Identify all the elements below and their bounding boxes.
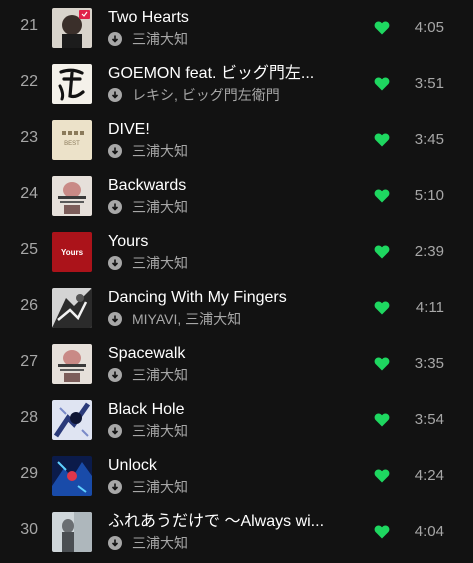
like-heart-icon[interactable] bbox=[374, 524, 390, 540]
track-artist[interactable]: 三浦大知 bbox=[132, 199, 188, 215]
like-heart-icon[interactable] bbox=[374, 300, 390, 316]
track-subtitle: 三浦大知 bbox=[108, 534, 348, 552]
track-row[interactable]: 27 Spacewalk 三浦大知 3:35 bbox=[0, 336, 473, 392]
track-artist[interactable]: 三浦大知 bbox=[132, 367, 188, 383]
album-cover bbox=[52, 176, 92, 216]
downloaded-icon bbox=[108, 200, 122, 214]
track-subtitle: 三浦大知 bbox=[108, 30, 348, 48]
downloaded-icon bbox=[108, 368, 122, 382]
track-row[interactable]: 23 BEST DIVE! 三浦大知 3:45 bbox=[0, 112, 473, 168]
like-heart-icon[interactable] bbox=[374, 188, 390, 204]
track-number: 27 bbox=[20, 353, 38, 370]
downloaded-icon bbox=[108, 536, 122, 550]
like-heart-icon[interactable] bbox=[374, 132, 390, 148]
downloaded-icon bbox=[108, 88, 122, 102]
track-duration: 3:45 bbox=[414, 131, 444, 148]
track-title[interactable]: DIVE! bbox=[108, 120, 348, 140]
track-title[interactable]: Backwards bbox=[108, 176, 348, 196]
track-subtitle: MIYAVI, 三浦大知 bbox=[108, 310, 348, 328]
album-cover bbox=[52, 400, 92, 440]
track-number: 28 bbox=[20, 409, 38, 426]
track-duration: 4:05 bbox=[414, 19, 444, 36]
downloaded-icon bbox=[108, 312, 122, 326]
track-title[interactable]: GOEMON feat. ビッグ門左... bbox=[108, 64, 348, 84]
like-heart-icon[interactable] bbox=[374, 356, 390, 372]
track-title[interactable]: Spacewalk bbox=[108, 344, 348, 364]
track-subtitle: レキシ, ビッグ門左衛門 bbox=[108, 86, 348, 104]
like-heart-icon[interactable] bbox=[374, 468, 390, 484]
track-number: 22 bbox=[20, 73, 38, 90]
track-artist[interactable]: 三浦大知 bbox=[132, 143, 188, 159]
track-artist[interactable]: 三浦大知 bbox=[132, 31, 188, 47]
track-artist[interactable]: 三浦大知 bbox=[132, 479, 188, 495]
track-duration: 4:24 bbox=[414, 467, 444, 484]
track-row[interactable]: 28 Black Hole 三浦大知 3:54 bbox=[0, 392, 473, 448]
track-number: 21 bbox=[20, 17, 38, 34]
track-row[interactable]: 29 Unlock 三浦大知 4:24 bbox=[0, 448, 473, 504]
like-heart-icon[interactable] bbox=[374, 412, 390, 428]
track-row[interactable]: 24 Backwards 三浦大知 5:10 bbox=[0, 168, 473, 224]
like-heart-icon[interactable] bbox=[374, 76, 390, 92]
track-subtitle: 三浦大知 bbox=[108, 366, 348, 384]
album-cover bbox=[52, 344, 92, 384]
track-title[interactable]: ふれあうだけで 〜Always wi... bbox=[108, 512, 348, 532]
track-duration: 3:35 bbox=[414, 355, 444, 372]
like-heart-icon[interactable] bbox=[374, 244, 390, 260]
downloaded-icon bbox=[108, 144, 122, 158]
track-number: 23 bbox=[20, 129, 38, 146]
downloaded-icon bbox=[108, 256, 122, 270]
track-number: 26 bbox=[20, 297, 38, 314]
track-duration: 5:10 bbox=[414, 187, 444, 204]
track-row[interactable]: 21 Two Hearts 三浦大知 4:05 bbox=[0, 0, 473, 56]
track-number: 25 bbox=[20, 241, 38, 258]
track-subtitle: 三浦大知 bbox=[108, 198, 348, 216]
track-title[interactable]: Yours bbox=[108, 232, 348, 252]
downloaded-icon bbox=[108, 32, 122, 46]
track-artist[interactable]: 三浦大知 bbox=[132, 255, 188, 271]
track-row[interactable]: 25 Yours Yours 三浦大知 2:39 bbox=[0, 224, 473, 280]
track-number: 30 bbox=[20, 521, 38, 538]
album-cover bbox=[52, 456, 92, 496]
album-cover: Yours bbox=[52, 232, 92, 272]
track-row[interactable]: 22 GOEMON feat. ビッグ門左... レキシ, ビッグ門左衛門 3:… bbox=[0, 56, 473, 112]
track-duration: 3:54 bbox=[414, 411, 444, 428]
track-number: 24 bbox=[20, 185, 38, 202]
track-title[interactable]: Dancing With My Fingers bbox=[108, 288, 348, 308]
track-title[interactable]: Unlock bbox=[108, 456, 348, 476]
track-duration: 4:11 bbox=[415, 299, 444, 316]
track-title[interactable]: Black Hole bbox=[108, 400, 348, 420]
album-cover: BEST bbox=[52, 120, 92, 160]
like-heart-icon[interactable] bbox=[374, 20, 390, 36]
track-artist[interactable]: 三浦大知 bbox=[132, 423, 188, 439]
track-duration: 4:04 bbox=[414, 523, 444, 540]
track-subtitle: 三浦大知 bbox=[108, 142, 348, 160]
track-subtitle: 三浦大知 bbox=[108, 422, 348, 440]
track-number: 29 bbox=[20, 465, 38, 482]
track-artist[interactable]: 三浦大知 bbox=[132, 535, 188, 551]
downloaded-icon bbox=[108, 480, 122, 494]
album-cover bbox=[52, 512, 92, 552]
track-artist[interactable]: MIYAVI, 三浦大知 bbox=[132, 311, 241, 327]
track-row[interactable]: 30 ふれあうだけで 〜Always wi... 三浦大知 4:04 bbox=[0, 504, 473, 560]
track-duration: 3:51 bbox=[414, 75, 444, 92]
track-subtitle: 三浦大知 bbox=[108, 478, 348, 496]
album-cover bbox=[52, 288, 92, 328]
track-duration: 2:39 bbox=[414, 243, 444, 260]
track-subtitle: 三浦大知 bbox=[108, 254, 348, 272]
track-row[interactable]: 26 Dancing With My Fingers MIYAVI, 三浦大知 … bbox=[0, 280, 473, 336]
tracklist: 21 Two Hearts 三浦大知 4:05 22 GOEMON feat. … bbox=[0, 0, 473, 563]
downloaded-icon bbox=[108, 424, 122, 438]
album-cover bbox=[52, 64, 92, 104]
album-cover bbox=[52, 8, 92, 48]
cover-text: BEST bbox=[64, 141, 80, 147]
track-title[interactable]: Two Hearts bbox=[108, 8, 348, 28]
cover-text: Yours bbox=[61, 248, 84, 257]
track-artist[interactable]: レキシ, ビッグ門左衛門 bbox=[132, 87, 280, 103]
